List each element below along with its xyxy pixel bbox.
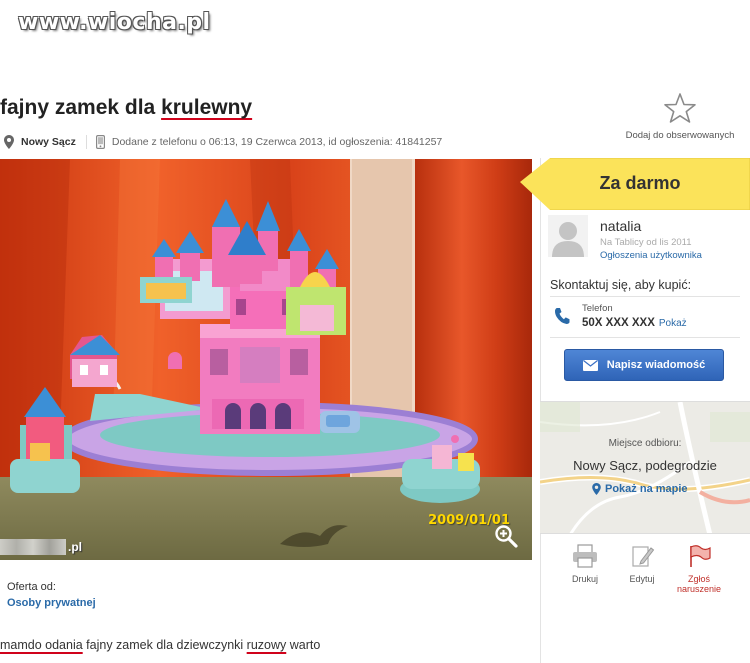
page: www.wiocha.pl fajny zamek dla krulewny D…	[0, 0, 750, 663]
report-button[interactable]: Zgłoś naruszenie	[671, 544, 727, 594]
divider	[550, 337, 740, 338]
listing-tools: Drukuj Edytuj Zgłoś naruszenie	[540, 540, 750, 610]
offer-value-link[interactable]: Osoby prywatnej	[7, 597, 96, 609]
watch-listing-button[interactable]: Dodaj do obserwowanych	[620, 92, 740, 141]
castle-toy-image	[0, 159, 532, 560]
price-tag: Za darmo	[520, 157, 750, 211]
location-name: Nowy Sącz	[21, 136, 76, 148]
listing-photo[interactable]: 2009/01/01 .pl	[0, 159, 532, 560]
show-on-map-link[interactable]: Pokaż na mapie	[592, 483, 688, 495]
seller-since: Na Tablicy od lis 2011	[600, 237, 692, 248]
offer-label: Oferta od:	[7, 581, 56, 593]
phone-icon	[554, 308, 570, 324]
pickup-map[interactable]: Miejsce odbioru: Nowy Sącz, podegrodzie …	[540, 401, 750, 534]
watch-label: Dodaj do obserwowanych	[625, 130, 735, 141]
photo-site-watermark: .pl	[0, 539, 82, 555]
send-message-label: Napisz wiadomość	[606, 359, 706, 371]
price-value: Za darmo	[599, 173, 681, 193]
description-part-marked: ruzowy	[246, 638, 287, 652]
map-pin-icon	[592, 483, 601, 495]
phone-device-icon	[95, 135, 105, 149]
avatar-icon	[548, 215, 588, 257]
pickup-label: Miejsce odbioru:	[608, 438, 682, 449]
seller-info: natalia Na Tablicy od lis 2011 Ogłoszeni…	[548, 215, 748, 265]
site-watermark: www.wiocha.pl	[18, 10, 211, 35]
phone-label: Telefon	[582, 303, 613, 314]
divider	[550, 296, 740, 297]
listing-meta: Nowy Sącz Dodane z telefonu o 06:13, 19 …	[0, 128, 533, 156]
title-misspelled-word: krulewny	[161, 96, 253, 119]
show-on-map-label: Pokaż na mapie	[605, 483, 688, 495]
edit-label: Edytuj	[629, 574, 655, 584]
listing-title: fajny zamek dla krulewny	[0, 96, 252, 120]
seller-ads-link[interactable]: Ogłoszenia użytkownika	[600, 250, 702, 261]
added-text: Dodane z telefonu o 06:13, 19 Czerwca 20…	[111, 136, 443, 148]
send-message-button[interactable]: Napisz wiadomość	[564, 349, 724, 381]
blurred-logo	[0, 539, 66, 555]
phone-number-value: 50X XXX XXX	[582, 317, 655, 329]
envelope-icon	[582, 359, 598, 371]
map-pin-icon	[4, 135, 14, 149]
flag-icon	[690, 545, 711, 567]
printer-icon	[573, 544, 597, 568]
show-phone-link[interactable]: Pokaż	[659, 318, 687, 329]
zoom-button[interactable]	[494, 524, 518, 548]
contact-heading: Skontaktuj się, aby kupić:	[550, 278, 692, 292]
title-text: fajny zamek dla	[0, 96, 162, 119]
report-label: Zgłoś naruszenie	[676, 574, 722, 594]
added-info: Dodane z telefonu o 06:13, 19 Czerwca 20…	[87, 135, 442, 149]
description-part: warto	[286, 638, 321, 652]
description-part-marked: mamdo odania	[0, 638, 83, 652]
phone-number: 50X XXX XXX Pokaż	[582, 317, 687, 329]
location[interactable]: Nowy Sącz	[0, 135, 87, 149]
star-icon	[664, 93, 696, 123]
pickup-city: Nowy Sącz, podegrodzie	[573, 458, 717, 473]
print-button[interactable]: Drukuj	[557, 544, 613, 584]
listing-description: mamdo odania fajny zamek dla dziewczynki…	[0, 638, 320, 652]
edit-button[interactable]: Edytuj	[614, 544, 670, 584]
edit-icon	[632, 546, 655, 567]
photo-watermark-text: .pl	[68, 540, 82, 554]
zoom-icon	[495, 525, 518, 548]
description-part: fajny zamek dla dziewczynki	[82, 638, 247, 652]
seller-name: natalia	[600, 218, 642, 234]
print-label: Drukuj	[571, 574, 598, 584]
